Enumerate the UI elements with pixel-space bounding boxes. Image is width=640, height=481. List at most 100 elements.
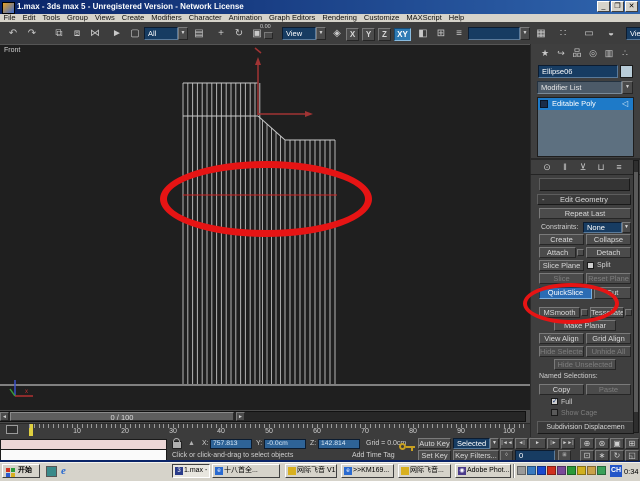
grid-align-button[interactable]: Grid Align	[586, 333, 631, 344]
zoom-extents-all-icon[interactable]: ⊞	[625, 438, 639, 449]
select-object-icon[interactable]: ►	[110, 27, 124, 40]
hierarchy-tab[interactable]: 品	[570, 46, 584, 60]
z-coordinate-field[interactable]: 142.814	[318, 439, 360, 449]
tray-icon-5[interactable]	[567, 466, 576, 475]
named-selection-arrow-icon[interactable]: ▼	[520, 27, 530, 40]
named-selection-dropdown[interactable]	[468, 27, 520, 40]
full-interactivity-checkbox[interactable]: ✓	[551, 398, 558, 405]
select-and-scale-icon[interactable]: ▣	[250, 27, 264, 40]
task-button-3[interactable]: e >>KM169...	[341, 464, 394, 478]
time-slider-handle[interactable]: 0 / 100	[10, 412, 234, 422]
attach-button[interactable]: Attach	[539, 247, 576, 258]
select-and-move-icon[interactable]: +	[214, 27, 228, 40]
go-to-end-icon[interactable]: ►►|	[561, 438, 575, 449]
bind-to-spacewarp-icon[interactable]: ⋈	[88, 27, 102, 40]
paste-button[interactable]: Paste	[586, 384, 631, 395]
language-indicator[interactable]: CH	[610, 465, 622, 477]
select-by-name-icon[interactable]: ▤	[192, 27, 206, 40]
render-last-icon[interactable]: ◒	[604, 27, 618, 40]
task-button-5[interactable]: ◉ Adobe Phot...	[455, 464, 511, 478]
key-selection-dropdown[interactable]: Selected	[453, 438, 490, 449]
show-desktop-icon[interactable]	[46, 466, 57, 477]
redo-icon[interactable]: ↷	[25, 27, 39, 40]
menu-rendering[interactable]: Rendering	[319, 14, 361, 22]
region-zoom-icon[interactable]: ⊡	[580, 450, 594, 461]
quick-render-icon[interactable]: ▭	[582, 27, 596, 40]
restrict-y-button[interactable]: Y	[362, 28, 375, 41]
select-and-rotate-icon[interactable]: ↻	[232, 27, 246, 40]
auto-key-button[interactable]: Auto Key	[418, 438, 451, 449]
manipulate-icon[interactable]: ◈	[330, 27, 344, 40]
modifier-list-dropdown[interactable]: Modifier List	[537, 81, 622, 94]
view-align-button[interactable]: View Align	[539, 333, 584, 344]
restrict-plane-button[interactable]: XY	[394, 28, 411, 41]
menu-create[interactable]: Create	[118, 14, 148, 22]
repeat-last-button[interactable]: Repeat Last	[539, 208, 631, 219]
absolute-offset-icon[interactable]: ▲	[188, 440, 195, 447]
hide-selected-button[interactable]: Hide Selected	[539, 346, 584, 357]
reset-plane-button[interactable]: Reset Plane	[586, 273, 631, 284]
go-to-start-icon[interactable]: |◄◄	[500, 438, 514, 449]
menu-group[interactable]: Group	[64, 14, 92, 22]
menu-animation[interactable]: Animation	[225, 14, 265, 22]
align-icon[interactable]: ≡	[452, 27, 466, 40]
configure-stack-icon[interactable]: ≡	[612, 161, 626, 173]
object-name-field[interactable]: Ellipse06	[538, 65, 618, 78]
pin-stack-icon[interactable]: ⊙	[540, 161, 554, 173]
render-scene-icon[interactable]: ▦	[534, 27, 548, 40]
detach-button[interactable]: Detach	[586, 247, 631, 258]
subdivision-displacement-rollout-header[interactable]: Subdivision Displacemen	[537, 421, 634, 434]
task-button-2[interactable]: 网际飞音 V1.3...	[285, 464, 337, 478]
restrict-x-button[interactable]: X	[346, 28, 359, 41]
constraints-dropdown[interactable]: None	[583, 222, 622, 233]
time-back-arrow-icon[interactable]: ◄	[0, 412, 9, 421]
unlink-selection-icon[interactable]: ⧈	[70, 27, 84, 40]
hide-unselected-button[interactable]: Hide Unselected	[554, 359, 616, 370]
x-coordinate-field[interactable]: 757.813	[210, 439, 252, 449]
create-tab[interactable]: ★	[538, 46, 552, 60]
task-button-0[interactable]: 31.max - 3ds...	[172, 464, 210, 478]
undo-icon[interactable]: ↶	[6, 27, 20, 40]
render-view-dropdown[interactable]: View	[626, 27, 640, 40]
next-frame-icon[interactable]: |►	[547, 438, 560, 449]
coord-system-arrow-icon[interactable]: ▼	[316, 27, 326, 40]
vertex-subobject-icon[interactable]	[540, 100, 548, 108]
collapse-button[interactable]: Collapse	[586, 234, 631, 245]
command-panel-scrollbar-thumb[interactable]	[634, 172, 638, 412]
key-selection-arrow-icon[interactable]: ▼	[490, 438, 499, 449]
array-icon[interactable]: ⊞	[434, 27, 448, 40]
tray-icon-8[interactable]	[597, 466, 606, 475]
modify-tab[interactable]: ↪	[554, 46, 568, 60]
tray-icon-2[interactable]	[537, 466, 546, 475]
create-button[interactable]: Create	[539, 234, 584, 245]
task-button-1[interactable]: e 十八首全...	[212, 464, 280, 478]
partial-rollout-header[interactable]	[539, 178, 630, 191]
task-button-4[interactable]: 网际飞音...	[398, 464, 451, 478]
pin-icon[interactable]: ◁	[622, 98, 628, 110]
restrict-z-button[interactable]: Z	[378, 28, 391, 41]
menu-maxscript[interactable]: MAXScript	[403, 14, 445, 22]
selection-region-icon[interactable]: ▢	[128, 27, 142, 40]
show-end-result-icon[interactable]: ‖	[558, 161, 572, 173]
tessellate-settings-icon[interactable]	[625, 309, 632, 316]
stack-item-label[interactable]: Editable Poly	[552, 98, 596, 110]
unhide-all-button[interactable]: Unhide All	[586, 346, 631, 357]
render-type-icon[interactable]: ∷	[556, 27, 570, 40]
edit-geometry-rollout-header[interactable]: - Edit Geometry	[537, 194, 631, 205]
coord-system-dropdown[interactable]: View	[282, 27, 316, 40]
close-button[interactable]: ✕	[625, 1, 638, 12]
menu-graph-editors[interactable]: Graph Editors	[266, 14, 319, 22]
min-max-toggle-icon[interactable]: ◱	[625, 450, 639, 461]
menu-edit[interactable]: Edit	[19, 14, 39, 22]
menu-customize[interactable]: Customize	[360, 14, 402, 22]
tray-icon-1[interactable]	[527, 466, 536, 475]
trackbar-mode-icon[interactable]	[6, 425, 18, 434]
remove-modifier-icon[interactable]: ⊔	[594, 161, 608, 173]
split-checkbox[interactable]	[587, 262, 594, 269]
modifier-list-arrow-icon[interactable]: ▼	[622, 81, 633, 94]
slice-plane-button[interactable]: Slice Plane	[539, 260, 584, 271]
menu-tools[interactable]: Tools	[39, 14, 64, 22]
menu-modifiers[interactable]: Modifiers	[148, 14, 185, 22]
add-time-tag[interactable]: Add Time Tag	[352, 452, 395, 459]
y-coordinate-field[interactable]: -0.0cm	[264, 439, 306, 449]
